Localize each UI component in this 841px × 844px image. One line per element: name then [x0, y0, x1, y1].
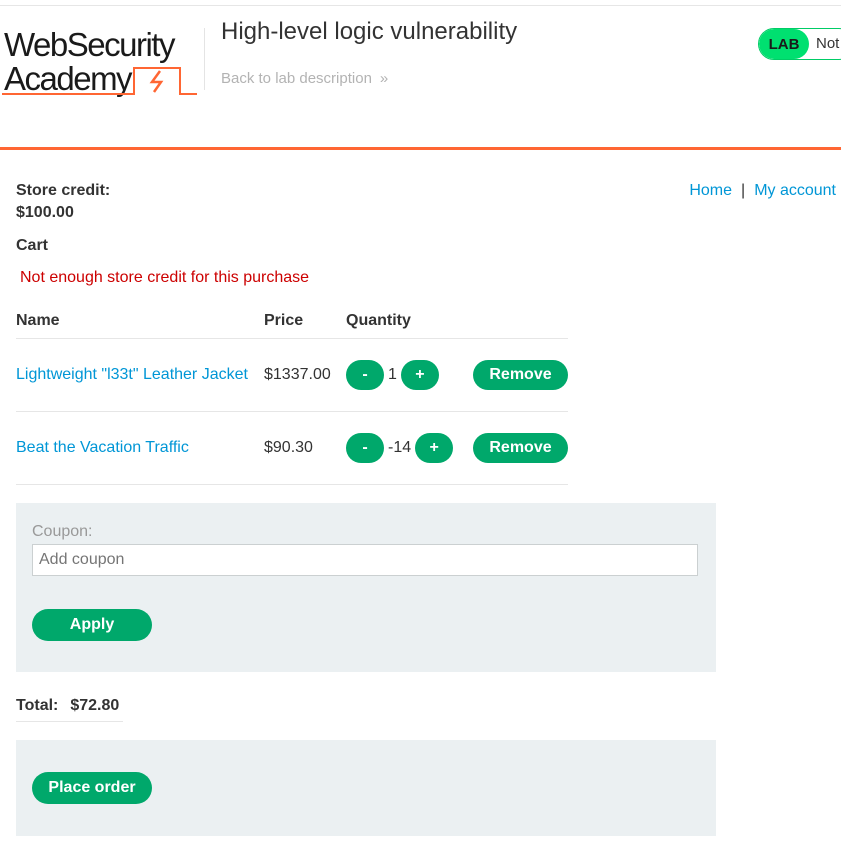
- back-to-lab-description-link[interactable]: Back to lab description »: [221, 70, 388, 87]
- total-value: $72.80: [70, 697, 120, 714]
- apply-coupon-button[interactable]: Apply: [32, 609, 152, 641]
- nav-home-link[interactable]: Home: [689, 182, 732, 199]
- logo-text-line2: Academy: [4, 60, 133, 97]
- error-message: Not enough store credit for this purchas…: [20, 269, 310, 286]
- remove-item-button[interactable]: Remove: [473, 360, 568, 390]
- back-link-label: Back to lab description: [221, 70, 372, 87]
- coupon-label: Coupon:: [32, 523, 93, 540]
- nav-my-account-link[interactable]: My account: [754, 182, 836, 199]
- store-credit-value: $100.00: [16, 204, 74, 221]
- cart-heading: Cart: [16, 237, 49, 254]
- header-divider: [204, 28, 205, 90]
- product-link[interactable]: Beat the Vacation Traffic: [16, 439, 189, 456]
- store-credit-label: Store credit:: [16, 182, 111, 199]
- decrease-quantity-button[interactable]: -: [346, 360, 384, 390]
- lab-status-text: Not solved: [816, 35, 841, 52]
- cart-header-row: Name Price Quantity: [16, 304, 568, 339]
- column-header-price: Price: [264, 304, 346, 339]
- lab-status-badge: LAB Not solved: [758, 28, 841, 60]
- cart-row: Lightweight "l33t" Leather Jacket $1337.…: [16, 338, 568, 412]
- cart-table: Name Price Quantity Lightweight "l33t" L…: [16, 304, 568, 485]
- remove-item-button[interactable]: Remove: [473, 433, 568, 463]
- column-header-actions: [473, 304, 568, 339]
- increase-quantity-button[interactable]: +: [400, 360, 439, 390]
- coupon-input[interactable]: [32, 544, 698, 576]
- product-link[interactable]: Lightweight "l33t" Leather Jacket: [16, 366, 248, 383]
- top-nav: Home | My account: [689, 182, 836, 200]
- quantity-value: -14: [388, 439, 412, 456]
- quantity-value: 1: [388, 366, 397, 383]
- place-order-button[interactable]: Place order: [32, 772, 152, 804]
- order-total: Total: $72.80: [16, 697, 123, 722]
- cart-row: Beat the Vacation Traffic $90.30 - -14 + R…: [16, 411, 568, 485]
- double-chevron-right-icon: »: [379, 70, 389, 87]
- lab-title: High-level logic vulnerability: [221, 18, 518, 45]
- product-price: $90.30: [264, 411, 346, 485]
- nav-separator: |: [741, 182, 746, 199]
- logo-text-line1: WebSecurity: [4, 26, 176, 63]
- web-security-academy-logo[interactable]: WebSecurity Academy: [2, 26, 202, 98]
- top-divider: [0, 5, 841, 6]
- increase-quantity-button[interactable]: +: [415, 433, 454, 463]
- place-order-form: Place order: [16, 740, 716, 836]
- lab-label: LAB: [759, 29, 809, 59]
- total-label: Total:: [16, 697, 59, 714]
- column-header-quantity: Quantity: [346, 304, 473, 339]
- coupon-form: Coupon: Apply: [16, 503, 716, 672]
- column-header-name: Name: [16, 304, 264, 339]
- decrease-quantity-button[interactable]: -: [346, 433, 384, 463]
- product-price: $1337.00: [264, 338, 346, 412]
- header-rule: [0, 147, 841, 150]
